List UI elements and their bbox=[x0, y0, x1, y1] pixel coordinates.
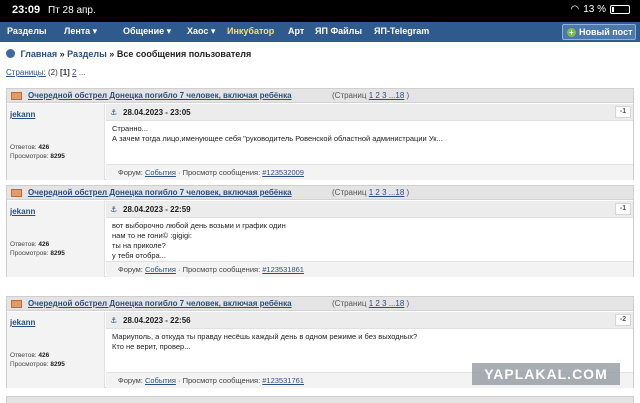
battery-icon bbox=[610, 5, 630, 14]
pagination: Страницы: (2) [1] 2 ... bbox=[6, 68, 86, 77]
status-time: 23:09 bbox=[12, 4, 41, 16]
forum-link[interactable]: События bbox=[145, 168, 176, 177]
top-navbar: Разделы Лента ▾ Общение ▾ Хаос ▾ Инкубат… bbox=[0, 22, 640, 42]
anchor-icon[interactable]: ⚓ bbox=[110, 205, 117, 214]
anchor-icon[interactable]: ⚓ bbox=[110, 316, 117, 325]
post-footer: Форум: События · Просмотр сообщения: #12… bbox=[106, 164, 633, 180]
post-body: вот выборочно любой день возьми и график… bbox=[112, 221, 286, 260]
post-body: Странно... А зачем тогда лицо,именующее … bbox=[112, 124, 443, 143]
site-watermark: YAPLAKAL.COM bbox=[472, 363, 620, 385]
vote-badge[interactable]: -1 bbox=[615, 203, 631, 215]
author-link[interactable]: jekann bbox=[10, 318, 35, 327]
wifi-icon: ◠ bbox=[570, 4, 580, 15]
forum-link[interactable]: События bbox=[145, 376, 176, 385]
nav-art[interactable]: Арт bbox=[288, 26, 304, 36]
post-card: Очередной обстрел Донецка погибло 7 чело… bbox=[6, 185, 634, 277]
post-title-link[interactable]: Очередной обстрел Донецка погибло 7 чело… bbox=[28, 91, 292, 100]
author-link[interactable]: jekann bbox=[10, 110, 35, 119]
pagination-label[interactable]: Страницы: bbox=[6, 68, 46, 77]
nav-feed[interactable]: Лента ▾ bbox=[64, 26, 97, 37]
post-footer: Форум: События · Просмотр сообщения: #12… bbox=[106, 261, 633, 277]
breadcrumb: Главная » Разделы » Все сообщения пользо… bbox=[6, 49, 251, 59]
breadcrumb-home[interactable]: Главная bbox=[21, 49, 58, 59]
post-date: 28.04.2023 - 23:05 bbox=[123, 108, 191, 117]
nav-telegram[interactable]: ЯП-Telegram bbox=[374, 26, 429, 36]
post-date: 28.04.2023 - 22:59 bbox=[123, 205, 191, 214]
vote-badge[interactable]: -1 bbox=[615, 106, 631, 118]
author-cell: jekann Ответов: 426 Просмотров: 8295 bbox=[7, 104, 105, 180]
nav-sections[interactable]: Разделы bbox=[7, 26, 47, 36]
post-body: Мариуполь, а откуда ты правду несёшь каж… bbox=[112, 332, 418, 351]
post-title-link[interactable]: Очередной обстрел Донецка погибло 7 чело… bbox=[28, 188, 292, 197]
home-icon bbox=[6, 49, 15, 58]
author-stats: Ответов: 426 Просмотров: 8295 bbox=[10, 241, 65, 257]
nav-incubator[interactable]: Инкубатор bbox=[227, 26, 274, 36]
post-pages: (Страниц 1 2 3 ...18 ) bbox=[332, 188, 410, 197]
post-meta: ⚓ 28.04.2023 - 22:56 -2 bbox=[106, 312, 633, 329]
status-bar: 23:09 Пт 28 апр. ◠ 13 % bbox=[0, 0, 640, 22]
post-pages: (Страниц 1 2 3 ...18 ) bbox=[332, 299, 410, 308]
post-title-link[interactable]: Очередной обстрел Донецка погибло 7 чело… bbox=[28, 299, 292, 308]
breadcrumb-sections[interactable]: Разделы bbox=[67, 49, 107, 59]
post-meta: ⚓ 28.04.2023 - 22:59 -1 bbox=[106, 201, 633, 218]
author-stats: Ответов: 426 Просмотров: 8295 bbox=[10, 352, 65, 368]
author-stats: Ответов: 426 Просмотров: 8295 bbox=[10, 144, 65, 160]
next-post-header bbox=[6, 396, 634, 403]
post-pages: (Страниц 1 2 3 ...18 ) bbox=[332, 91, 410, 100]
nav-chaos[interactable]: Хаос ▾ bbox=[187, 26, 215, 37]
author-cell: jekann Ответов: 426 Просмотров: 8295 bbox=[7, 201, 105, 277]
author-link[interactable]: jekann bbox=[10, 207, 35, 216]
forum-link[interactable]: События bbox=[145, 265, 176, 274]
message-link[interactable]: #123531861 bbox=[262, 265, 304, 274]
post-header: Очередной обстрел Донецка погибло 7 чело… bbox=[7, 297, 633, 311]
status-date: Пт 28 апр. bbox=[48, 5, 96, 16]
message-link[interactable]: #123532009 bbox=[262, 168, 304, 177]
envelope-icon bbox=[11, 300, 22, 308]
message-link[interactable]: #123531761 bbox=[262, 376, 304, 385]
anchor-icon[interactable]: ⚓ bbox=[110, 108, 117, 117]
post-date: 28.04.2023 - 22:56 bbox=[123, 316, 191, 325]
post-card: Очередной обстрел Донецка погибло 7 чело… bbox=[6, 88, 634, 180]
post-header: Очередной обстрел Донецка погибло 7 чело… bbox=[7, 89, 633, 103]
pagination-page-2[interactable]: 2 bbox=[72, 68, 76, 77]
envelope-icon bbox=[11, 92, 22, 100]
envelope-icon bbox=[11, 189, 22, 197]
author-cell: jekann Ответов: 426 Просмотров: 8295 bbox=[7, 312, 105, 388]
pagination-current: [1] bbox=[60, 68, 70, 77]
nav-chat[interactable]: Общение ▾ bbox=[123, 26, 171, 37]
breadcrumb-current: Все сообщения пользователя bbox=[116, 49, 252, 59]
status-right: ◠ 13 % bbox=[570, 4, 630, 15]
battery-percent: 13 % bbox=[583, 4, 606, 15]
vote-badge[interactable]: -2 bbox=[615, 314, 631, 326]
nav-files[interactable]: ЯП Файлы bbox=[315, 26, 362, 36]
post-meta: ⚓ 28.04.2023 - 23:05 -1 bbox=[106, 104, 633, 121]
post-header: Очередной обстрел Донецка погибло 7 чело… bbox=[7, 186, 633, 200]
plus-icon: + bbox=[567, 28, 576, 37]
new-post-button[interactable]: + Новый пост bbox=[562, 24, 636, 40]
